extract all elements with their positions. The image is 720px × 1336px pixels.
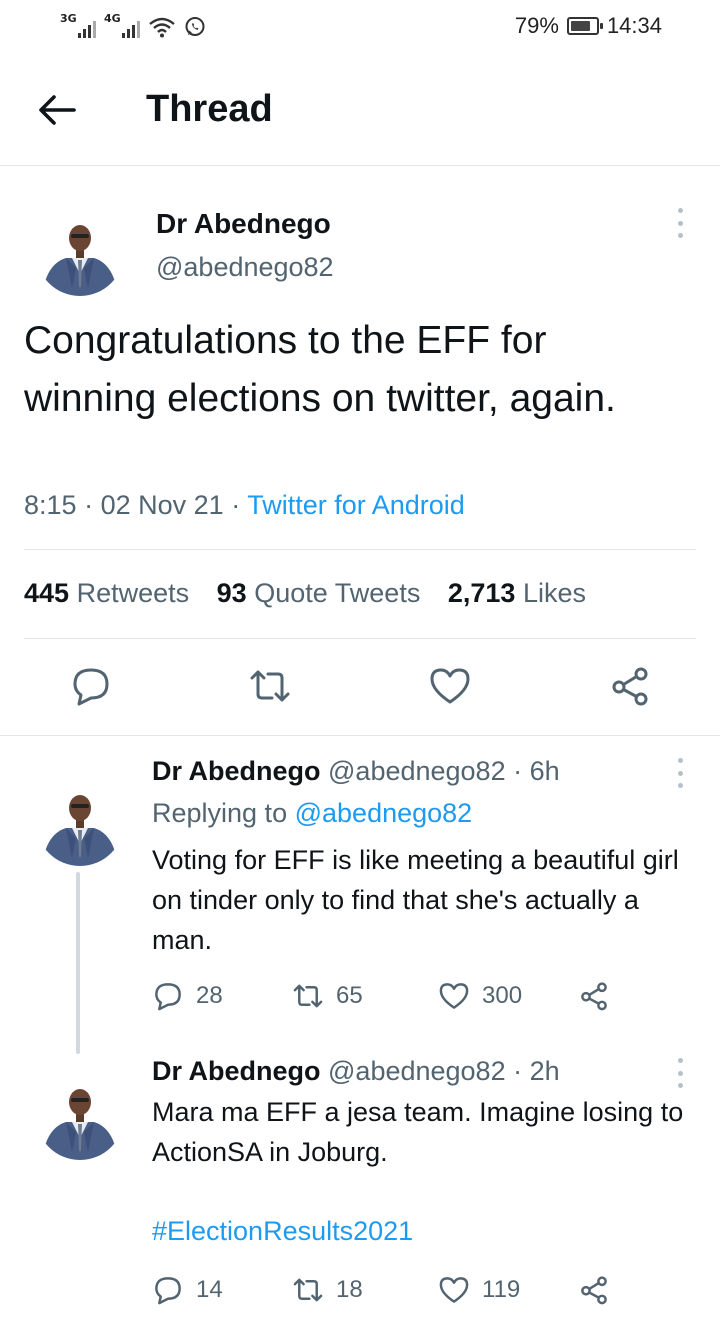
likes-stat[interactable]: 2,713 Likes (448, 578, 586, 608)
meta-separator: · (513, 756, 523, 786)
reply-icon[interactable] (69, 664, 113, 708)
reply-text: Mara ma EFF a jesa team. Imagine losing … (152, 1097, 684, 1167)
retweet-button[interactable]: 18 (292, 1272, 363, 1308)
author-handle[interactable]: @abednego82 (328, 756, 506, 786)
author-name[interactable]: Dr Abednego (156, 208, 331, 240)
more-options-icon[interactable] (675, 208, 685, 238)
tweet-text: Congratulations to the EFF for winning e… (24, 319, 616, 420)
quote-tweets-stat[interactable]: 93 Quote Tweets (217, 578, 421, 608)
retweet-count: 65 (336, 982, 363, 1009)
share-icon (581, 982, 607, 1011)
reply-count: 28 (196, 982, 223, 1009)
avatar-image (36, 778, 124, 866)
author-handle[interactable]: @abednego82 (328, 1056, 506, 1086)
tweet-stats: 445 Retweets 93 Quote Tweets 2,713 Likes (24, 578, 586, 609)
reply-button[interactable]: 14 (152, 1272, 223, 1308)
author-name[interactable]: Dr Abednego (152, 1056, 321, 1086)
avatar[interactable] (36, 778, 124, 866)
more-options-icon[interactable] (675, 1058, 685, 1088)
meta-separator: · (84, 490, 101, 520)
thread-header: Thread (0, 56, 720, 166)
retweet-icon[interactable] (248, 664, 292, 708)
like-heart-icon (439, 983, 469, 1009)
meta-separator: · (513, 1056, 523, 1086)
reply-header: Dr Abednego @abednego82 · 2h (152, 1056, 560, 1087)
like-count: 300 (482, 982, 523, 1009)
avatar-image (36, 1072, 124, 1160)
cellular-signal-icon: 3G (60, 12, 96, 38)
arrow-left-icon[interactable] (36, 92, 76, 128)
like-button[interactable]: 300 (438, 978, 522, 1014)
reply-count: 14 (196, 1276, 223, 1303)
avatar[interactable] (36, 208, 124, 296)
meta-separator: · (231, 490, 248, 520)
tweet-meta: 8:15 · 02 Nov 21 · Twitter for Android (24, 490, 465, 521)
battery-icon (566, 17, 603, 35)
tweet-date: 02 Nov 21 (100, 490, 224, 520)
author-name[interactable]: Dr Abednego (152, 756, 321, 786)
tweet-source-link[interactable]: Twitter for Android (247, 490, 465, 520)
tweet-age: 6h (529, 756, 560, 786)
reply-header: Dr Abednego @abednego82 · 6h (152, 756, 560, 787)
hashtag-link[interactable]: #ElectionResults2021 (152, 1216, 413, 1247)
retweet-icon (293, 984, 323, 1008)
divider (0, 735, 720, 736)
tweet-age: 2h (529, 1056, 560, 1086)
share-button[interactable] (578, 1272, 610, 1308)
tweet-time: 8:15 (24, 490, 77, 520)
more-options-icon[interactable] (675, 758, 685, 788)
retweet-count: 18 (336, 1276, 363, 1303)
reply-button[interactable]: 28 (152, 978, 223, 1014)
like-heart-icon (439, 1277, 469, 1303)
retweets-stat[interactable]: 445 Retweets (24, 578, 189, 608)
tweet-actions (0, 664, 720, 708)
divider (24, 549, 696, 550)
share-icon[interactable] (608, 664, 652, 708)
replying-to-link[interactable]: @abednego82 (295, 798, 473, 828)
reply-text: Voting for EFF is like meeting a beautif… (152, 845, 679, 955)
like-count: 119 (482, 1276, 521, 1303)
page-title: Thread (146, 88, 273, 130)
reply-icon (155, 1277, 181, 1305)
like-button[interactable]: 119 (438, 1272, 520, 1308)
retweet-button[interactable]: 65 (292, 978, 363, 1014)
avatar-image (36, 208, 124, 296)
cellular-signal-icon-2: 4G (104, 12, 140, 38)
share-button[interactable] (578, 978, 610, 1014)
share-icon (581, 1276, 607, 1305)
clock: 14:34 (606, 13, 662, 38)
divider (24, 638, 696, 639)
reply-icon (155, 983, 181, 1011)
thread-line (76, 872, 80, 1054)
retweet-icon (293, 1278, 323, 1302)
replying-to: Replying to @abednego82 (152, 798, 473, 828)
status-icons-right: 79% 14:34 (515, 13, 662, 39)
avatar[interactable] (36, 1072, 124, 1160)
wifi-icon (149, 17, 175, 38)
whatsapp-icon (185, 17, 205, 36)
status-bar: 3G 4G 79% 14:34 (0, 0, 720, 56)
author-handle[interactable]: @abednego82 (156, 252, 334, 283)
status-icons-left: 3G 4G (60, 12, 206, 38)
like-heart-icon[interactable] (428, 664, 472, 708)
battery-percent: 79% (514, 13, 559, 38)
